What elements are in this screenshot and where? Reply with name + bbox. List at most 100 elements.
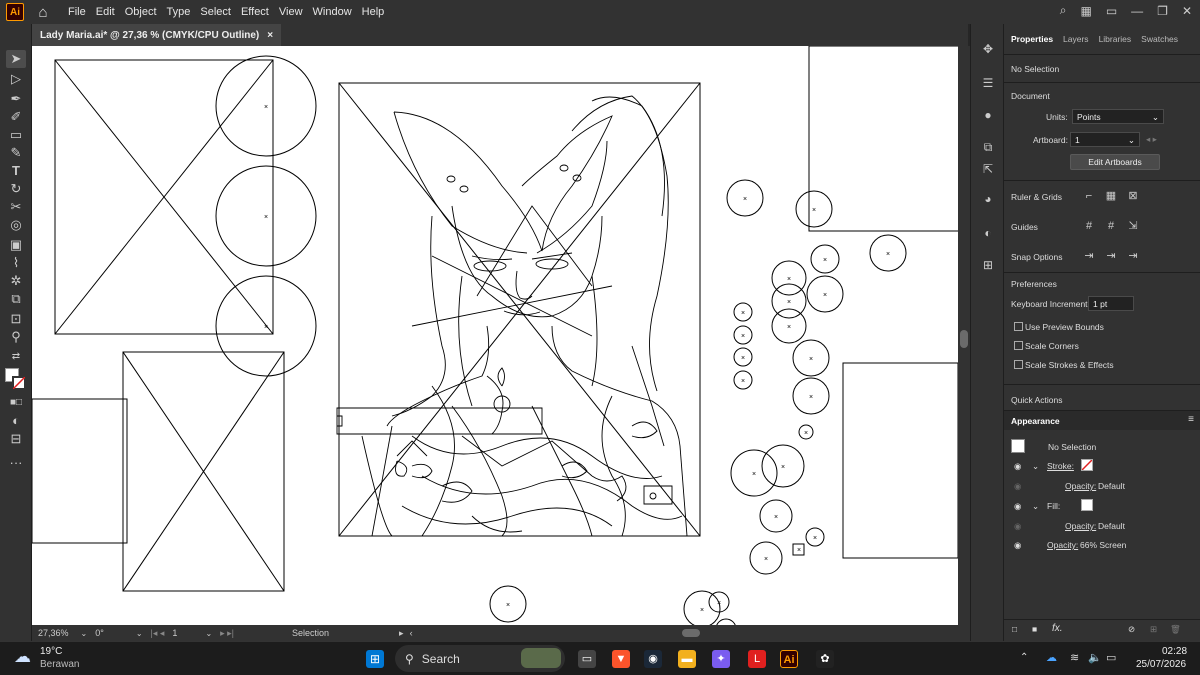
gradient-tool-icon[interactable]: ▣ [6, 236, 26, 254]
home-icon[interactable]: ⌂ [34, 4, 52, 21]
more-tools-icon[interactable]: ··· [6, 454, 26, 472]
keyboard-increment-field[interactable]: 1 pt [1088, 296, 1134, 311]
color-icon[interactable]: ◕ [980, 192, 996, 208]
duplicate-item-icon[interactable]: ⊞ [1150, 624, 1157, 635]
artboard-canvas[interactable]: × × × × × × × × × × × × × × × × × × × × × × × × × × × [32, 46, 958, 625]
eye-icon[interactable]: ◉ [1014, 461, 1021, 472]
clear-appearance-icon[interactable]: ⊘ [1128, 624, 1135, 635]
menu-select[interactable]: Select [200, 6, 231, 18]
arrange-icon[interactable]: ▭ [1106, 4, 1117, 18]
stroke-color-swatch[interactable] [1081, 459, 1093, 471]
export-icon[interactable]: ⇱ [980, 162, 996, 178]
tab-libraries[interactable]: Libraries [1099, 34, 1132, 54]
snap-to-pixel-icon[interactable]: ⇥ [1104, 249, 1118, 263]
menu-window[interactable]: Window [313, 6, 352, 18]
edit-artboards-button[interactable]: Edit Artboards [1070, 154, 1160, 170]
minimize-icon[interactable]: — [1131, 4, 1143, 18]
first-artboard-icon[interactable]: |◂ ◂ [151, 628, 165, 639]
chevron-down-icon[interactable]: ⌄ [1032, 461, 1039, 472]
cloud-tray-icon[interactable]: ☁ [1046, 651, 1057, 664]
stroke-opacity-label[interactable]: Opacity: [1065, 481, 1096, 491]
units-select[interactable]: Points ⌄ [1072, 109, 1164, 124]
add-fill-icon[interactable]: ■ [1032, 624, 1037, 634]
tab-properties[interactable]: Properties [1011, 34, 1053, 54]
close-tab-icon[interactable]: × [267, 30, 273, 41]
scale-corners-checkbox[interactable] [1014, 341, 1023, 350]
l-app-icon[interactable]: L [748, 650, 766, 668]
rotation-value[interactable]: 0° [95, 628, 104, 638]
swap-colors-icon[interactable]: ⇄ [6, 348, 26, 366]
artboard-select[interactable]: 1 ⌄ [1070, 132, 1140, 147]
grid-icon[interactable]: ▦ [1104, 189, 1118, 203]
tab-swatches[interactable]: Swatches [1141, 34, 1178, 54]
restore-icon[interactable]: ❐ [1157, 4, 1168, 18]
play-icon[interactable]: ▸ [399, 628, 404, 639]
rectangle-tool-icon[interactable]: ▭ [6, 126, 26, 144]
symbol-sprayer-tool-icon[interactable]: ✲ [6, 272, 26, 290]
menu-file[interactable]: File [68, 6, 86, 18]
stroke-label[interactable]: Stroke: [1047, 461, 1074, 471]
fill-opacity-label[interactable]: Opacity: [1065, 521, 1096, 531]
align-icon[interactable]: ☰ [980, 76, 996, 92]
artboards-icon[interactable]: ⊞ [980, 258, 996, 274]
transform-icon[interactable]: ⧉ [980, 140, 996, 156]
snap-to-glyph-icon[interactable]: ⇥ [1126, 249, 1140, 263]
artboard-nav-icon[interactable]: ◂ ▸ [1146, 134, 1157, 145]
clock-time[interactable]: 02:28 [1162, 646, 1187, 657]
artboard-tool-icon[interactable]: ⊡ [6, 310, 26, 328]
rotate-tool-icon[interactable]: ↻ [6, 180, 26, 198]
type-tool-icon[interactable]: T [6, 162, 26, 180]
menu-type[interactable]: Type [167, 6, 191, 18]
lock-guides-icon[interactable]: # [1104, 219, 1118, 233]
eye-icon[interactable]: ◉ [1014, 481, 1021, 492]
pen-tool-icon[interactable]: ✒ [6, 90, 26, 108]
menu-help[interactable]: Help [362, 6, 385, 18]
color-mode-icon[interactable]: ■□ [6, 394, 26, 412]
ruler-icon[interactable]: ⌐ [1082, 189, 1096, 203]
curvature-tool-icon[interactable]: ✐ [6, 108, 26, 126]
close-icon[interactable]: ✕ [1182, 4, 1192, 18]
file-explorer-icon[interactable]: ▬ [678, 650, 696, 668]
puppet-warp-icon[interactable]: ✥ [980, 42, 996, 58]
copilot-icon[interactable]: ✦ [712, 650, 730, 668]
use-preview-bounds-checkbox[interactable] [1014, 322, 1023, 331]
eye-icon[interactable]: ◉ [1014, 501, 1021, 512]
horizontal-scroll-thumb[interactable] [682, 629, 700, 637]
steam-icon[interactable]: ◉ [644, 650, 662, 668]
windows-start-icon[interactable]: ⊞ [366, 650, 384, 668]
appearance-icon[interactable]: ◐ [980, 226, 996, 242]
tray-expand-icon[interactable]: ⌃ [1020, 652, 1028, 663]
smart-guides-icon[interactable]: ⇲ [1126, 219, 1140, 233]
direct-selection-tool-icon[interactable]: ▷ [6, 70, 26, 88]
fill-label[interactable]: Fill: [1047, 501, 1060, 511]
weather-icon[interactable]: ☁ [14, 647, 31, 667]
last-artboard-icon[interactable]: ▸ ▸| [220, 628, 234, 639]
chevron-down-icon[interactable]: ⌄ [1032, 501, 1039, 512]
fill-color-swatch[interactable] [1081, 499, 1093, 511]
stroke-swatch[interactable] [12, 376, 26, 390]
scale-strokes-checkbox[interactable] [1014, 360, 1023, 369]
delete-item-icon[interactable]: 🗑 [1170, 624, 1181, 635]
zoom-level[interactable]: 27,36% [38, 628, 69, 638]
chevron-down-icon[interactable]: ⌄ [136, 629, 143, 638]
scroll-left-icon[interactable]: ‹ [410, 628, 413, 638]
illustrator-taskbar-icon[interactable]: Ai [780, 650, 798, 668]
artboard-number[interactable]: 1 [172, 628, 177, 638]
add-stroke-icon[interactable]: □ [1012, 624, 1017, 634]
fx-icon[interactable]: fx. [1052, 623, 1063, 634]
eye-icon[interactable]: ◉ [1014, 521, 1021, 532]
object-opacity-label[interactable]: Opacity: [1047, 540, 1078, 550]
figma-icon[interactable]: ✿ [816, 650, 834, 668]
snap-to-point-icon[interactable]: ⇥ [1082, 249, 1096, 263]
perspective-tool-icon[interactable]: ⧉ [6, 290, 26, 308]
menu-edit[interactable]: Edit [96, 6, 115, 18]
weather-temperature[interactable]: 19°C [40, 646, 62, 657]
chevron-down-icon[interactable]: ⌄ [81, 629, 88, 638]
selection-tool-icon[interactable]: ➤ [6, 50, 26, 68]
scissors-tool-icon[interactable]: ✂ [6, 198, 26, 216]
wifi-icon[interactable]: ≋ [1070, 651, 1079, 664]
vertical-scrollbar[interactable] [958, 46, 970, 625]
panel-menu-icon[interactable]: ≡ [1188, 414, 1194, 425]
pencil-tool-icon[interactable]: ✎ [6, 144, 26, 162]
draw-mode-icon[interactable]: ◐ [6, 412, 26, 430]
